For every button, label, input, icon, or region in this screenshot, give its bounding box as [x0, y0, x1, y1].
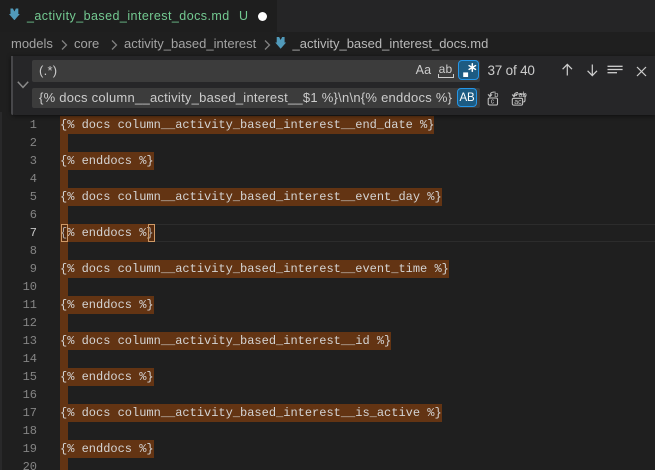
svg-text:ab: ab	[519, 90, 527, 99]
svg-text:c: c	[490, 98, 494, 105]
svg-text:b: b	[494, 90, 498, 99]
svg-text:ac: ac	[514, 98, 522, 105]
